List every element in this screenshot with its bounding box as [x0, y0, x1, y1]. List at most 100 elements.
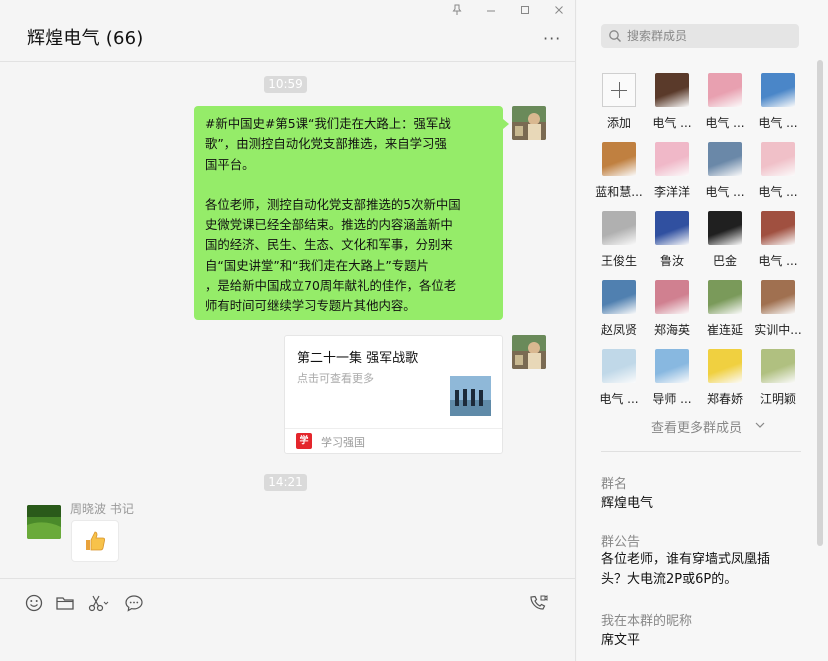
group-notice-line[interactable]: 头？大电流2P或6P的。 — [601, 570, 737, 590]
my-nickname-value[interactable]: 席文平 — [601, 631, 640, 651]
member-item[interactable]: 蓝和慧... — [593, 142, 645, 206]
member-name: 巴金 — [712, 254, 737, 268]
member-avatar — [602, 142, 636, 176]
message-bubble[interactable]: #新中国史#第5课“我们走在大路上：强军战 歌”，由测控自动化党支部推选，来自学… — [194, 106, 509, 320]
member-name: 导师 ... — [652, 392, 692, 406]
member-name: 电气 ... — [705, 185, 745, 199]
member-item[interactable]: 郑海英 — [646, 280, 698, 344]
member-name: 郑春娇 — [706, 392, 743, 406]
card-title: 第二十一集 强军战歌 — [297, 351, 419, 366]
member-item[interactable]: 导师 ... — [646, 349, 698, 413]
member-avatar — [708, 73, 742, 107]
member-avatar — [761, 142, 795, 176]
member-name: 李洋洋 — [653, 185, 690, 199]
group-notice-line[interactable]: 各位老师，谁有穿墙式凤凰插 — [601, 550, 770, 570]
member-item[interactable]: 王俊生 — [593, 211, 645, 275]
avatar[interactable] — [27, 505, 61, 539]
maximize-icon[interactable] — [516, 4, 534, 20]
video-call-icon[interactable] — [528, 593, 548, 613]
member-name: 电气 ... — [599, 392, 639, 406]
minimize-icon[interactable] — [482, 4, 500, 20]
message-text-line: 师有时间可继续学习专题片其他内容。 — [205, 298, 416, 314]
member-item[interactable]: 崔连延 — [699, 280, 751, 344]
member-avatar — [761, 349, 795, 383]
message-text-line: 各位老师，测控自动化党支部推选的5次新中国 — [205, 196, 461, 212]
search-input[interactable] — [627, 24, 793, 48]
avatar[interactable] — [512, 335, 546, 369]
member-name: 实训中... — [754, 323, 802, 337]
member-name: 鲁汝 — [659, 254, 684, 268]
member-avatar — [708, 211, 742, 245]
chat-window: 辉煌电气 (66) ··· 10:59 #新中国史#第5课“我们走在大路上：强军… — [0, 0, 576, 661]
member-avatar — [655, 142, 689, 176]
emoji-icon[interactable] — [24, 593, 44, 613]
member-name: 电气 ... — [652, 116, 692, 130]
group-name-value[interactable]: 辉煌电气 — [601, 494, 653, 514]
member-avatar — [708, 280, 742, 314]
message-text-line: 歌”，由测控自动化党支部推选，来自学习强 — [205, 136, 447, 152]
member-avatar — [602, 211, 636, 245]
member-name: 电气 ... — [758, 254, 798, 268]
my-nickname-label: 我在本群的昵称 — [601, 614, 693, 629]
member-name: 郑海英 — [653, 323, 690, 337]
message-text-line: 史微党课已经全部结束。推选的内容涵盖新中 — [205, 217, 453, 233]
member-name: 电气 ... — [758, 116, 798, 130]
member-item[interactable]: 赵凤贤 — [593, 280, 645, 344]
input-toolbar — [0, 578, 576, 661]
card-thumbnail — [450, 376, 491, 416]
group-name-label: 群名 — [601, 477, 628, 492]
member-avatar — [708, 142, 742, 176]
message-text-line — [205, 175, 493, 195]
card-divider — [285, 428, 502, 429]
add-member-button[interactable]: 添加 — [593, 73, 645, 137]
see-more-members-link[interactable]: 查看更多群成员 — [651, 417, 742, 436]
message-text-line: 国平台。 — [205, 156, 255, 172]
member-name: 崔连延 — [706, 323, 743, 337]
panel-divider — [601, 451, 801, 452]
sticker-bubble[interactable] — [71, 520, 119, 562]
ellipsis-icon[interactable]: ··· — [543, 31, 561, 47]
scissors-icon[interactable] — [87, 593, 109, 613]
avatar[interactable] — [512, 106, 546, 140]
panel-scrollbar[interactable] — [817, 60, 823, 546]
group-notice-label: 群公告 — [601, 535, 641, 550]
member-item[interactable]: 巴金 — [699, 211, 751, 275]
member-avatar — [761, 211, 795, 245]
member-name: 赵凤贤 — [600, 323, 637, 337]
member-item[interactable]: 郑春娇 — [699, 349, 751, 413]
folder-icon[interactable] — [55, 593, 75, 613]
member-item[interactable]: 李洋洋 — [646, 142, 698, 206]
thumbs-up-icon — [86, 531, 105, 551]
member-avatar — [602, 349, 636, 383]
member-item[interactable]: 鲁汝 — [646, 211, 698, 275]
member-avatar — [655, 349, 689, 383]
member-search[interactable] — [601, 24, 799, 48]
member-item[interactable]: 电气 ... — [646, 73, 698, 137]
chevron-down-icon[interactable] — [755, 421, 765, 429]
message-timestamp: 10:59 — [264, 76, 307, 93]
group-info-panel: 添加 电气 ...电气 ...电气 ...蓝和慧...李洋洋电气 ...电气 .… — [577, 0, 828, 661]
member-avatar — [602, 280, 636, 314]
member-item[interactable]: 电气 ... — [593, 349, 645, 413]
xuexi-logo-icon: 学 — [296, 433, 312, 449]
member-item[interactable]: 电气 ... — [752, 73, 804, 137]
close-icon[interactable] — [550, 4, 568, 20]
add-member-label: 添加 — [606, 116, 631, 130]
member-name: 电气 ... — [705, 116, 745, 130]
chat-history-icon[interactable] — [124, 593, 144, 613]
card-subtitle: 点击可查看更多 — [297, 372, 374, 385]
member-item[interactable]: 电气 ... — [699, 142, 751, 206]
card-source: 学习强国 — [321, 436, 365, 449]
member-avatar — [761, 280, 795, 314]
member-item[interactable]: 实训中... — [752, 280, 804, 344]
pin-icon[interactable] — [448, 4, 466, 20]
member-item[interactable]: 电气 ... — [752, 142, 804, 206]
member-item[interactable]: 江明颖 — [752, 349, 804, 413]
member-item[interactable]: 电气 ... — [752, 211, 804, 275]
message-text-line: 自“国史讲堂”和“我们走在大路上”专题片 — [205, 257, 429, 273]
member-avatar — [708, 349, 742, 383]
search-icon — [609, 30, 621, 42]
link-card[interactable]: 第二十一集 强军战歌 点击可查看更多 学 学习强国 — [284, 335, 503, 454]
member-item[interactable]: 电气 ... — [699, 73, 751, 137]
member-avatar — [655, 280, 689, 314]
